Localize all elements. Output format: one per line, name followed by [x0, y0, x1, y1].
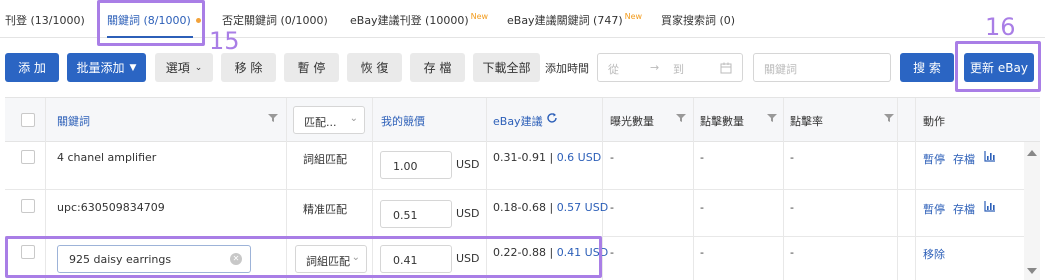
tab-keywords[interactable]: 關鍵詞 (8/1000) — [107, 12, 201, 28]
tab-ebay-suggested-keywords[interactable]: eBay建議關鍵詞 (747) New — [507, 12, 642, 28]
bid-input[interactable]: 0.51 — [380, 200, 452, 228]
chart-icon[interactable] — [984, 151, 996, 162]
header-my-bid[interactable]: 我的競價 — [381, 113, 425, 129]
bulk-add-button[interactable]: 批量添加 ▼ — [67, 53, 146, 82]
unsaved-dot — [195, 18, 201, 23]
currency-label: USD — [456, 158, 480, 171]
filter-icon[interactable] — [767, 113, 777, 123]
header-action: 動作 — [923, 115, 945, 128]
keyword-cell: upc:630509834709 — [57, 201, 165, 214]
new-badge: New — [470, 12, 489, 21]
archive-link[interactable]: 存檔 — [953, 151, 975, 167]
refresh-icon[interactable] — [546, 112, 558, 124]
annotation-15: 15 — [209, 27, 240, 55]
tab-buyer-search-terms[interactable]: 買家搜索詞 (0) — [661, 12, 735, 28]
archive-link[interactable]: 存檔 — [953, 201, 975, 217]
impressions-cell: - — [610, 151, 614, 164]
clicks-cell: - — [700, 151, 704, 164]
header-impressions[interactable]: 曝光數量 — [610, 113, 654, 129]
chevron-down-icon: ⌄ — [351, 252, 360, 263]
table-header: 關鍵詞 匹配... ⌄ 我的競價 eBay建議 曝光數量 點擊數量 點擊率 動作 — [5, 98, 1040, 142]
clicks-cell: - — [700, 246, 704, 259]
chevron-down-icon: ▼ — [129, 62, 137, 73]
suggested-bid-cell: 0.18-0.68 | 0.57 USD — [493, 201, 609, 214]
pause-link[interactable]: 暫停 — [923, 151, 945, 167]
currency-label: USD — [456, 207, 480, 220]
table-row: upc:630509834709 精准匹配 0.51 USD 0.18-0.68… — [5, 190, 1040, 237]
download-all-button[interactable]: 下載全部 — [473, 53, 540, 82]
ctr-cell: - — [790, 201, 794, 214]
clear-icon[interactable]: ✕ — [230, 253, 242, 265]
options-dropdown[interactable]: 選項 ⌄ — [155, 53, 213, 82]
filter-icon[interactable] — [676, 113, 686, 123]
tab-listings[interactable]: 刊登 (13/1000) — [5, 12, 85, 28]
ctr-cell: - — [790, 151, 794, 164]
remove-button[interactable]: 移 除 — [221, 53, 276, 82]
remove-link[interactable]: 移除 — [923, 246, 945, 262]
tab-negative-keywords[interactable]: 否定關鍵詞 (0/1000) — [222, 12, 328, 28]
header-keyword[interactable]: 關鍵詞 — [57, 113, 90, 129]
impressions-cell: - — [610, 201, 614, 214]
header-ebay-suggest[interactable]: eBay建議 — [493, 113, 543, 129]
new-badge: New — [624, 12, 643, 21]
impressions-cell: - — [610, 246, 614, 259]
match-type-filter[interactable]: 匹配... ⌄ — [293, 106, 365, 134]
chart-icon[interactable] — [984, 201, 996, 212]
update-ebay-button[interactable]: 更新 eBay — [964, 53, 1034, 82]
search-button[interactable]: 搜 索 — [900, 53, 954, 82]
currency-label: USD — [456, 252, 480, 265]
ctr-cell: - — [790, 246, 794, 259]
row-checkbox[interactable] — [21, 199, 35, 213]
date-from-placeholder: 從 — [608, 63, 619, 76]
table-row: 4 chanel amplifier 詞組匹配 1.00 USD 0.31-0.… — [5, 142, 1040, 190]
bid-input[interactable]: 0.41 — [380, 245, 452, 273]
keywords-table: 關鍵詞 匹配... ⌄ 我的競價 eBay建議 曝光數量 點擊數量 點擊率 動作 … — [5, 97, 1040, 280]
pause-link[interactable]: 暫停 — [923, 201, 945, 217]
keyword-edit-input[interactable]: 925 daisy earrings ✕ — [57, 245, 251, 273]
bid-input[interactable]: 1.00 — [380, 151, 452, 179]
row-checkbox[interactable] — [21, 150, 35, 164]
filter-icon[interactable] — [884, 113, 894, 123]
date-range-picker[interactable]: 從 → 到 — [597, 53, 743, 82]
tab-ebay-suggested-listings[interactable]: eBay建議刊登 (10000) New — [350, 12, 488, 28]
clicks-cell: - — [700, 201, 704, 214]
match-type-select[interactable]: 詞組匹配 ⌄ — [295, 245, 367, 273]
suggested-bid-cell: 0.31-0.91 | 0.6 USD — [493, 151, 602, 164]
add-button[interactable]: 添 加 — [5, 53, 59, 82]
added-time-label: 添加時間 — [545, 62, 589, 75]
active-tab-indicator — [107, 36, 193, 38]
select-all-checkbox[interactable] — [21, 113, 35, 127]
arrow-right-icon: → — [650, 61, 660, 74]
filter-icon[interactable] — [268, 113, 278, 123]
calendar-icon — [720, 62, 732, 74]
match-type-cell: 精准匹配 — [303, 203, 347, 216]
scroll-up-icon[interactable] — [1027, 150, 1037, 156]
date-to-placeholder: 到 — [673, 63, 684, 76]
row-checkbox[interactable] — [21, 245, 35, 259]
annotation-16: 16 — [985, 13, 1016, 41]
keyword-cell: 4 chanel amplifier — [57, 151, 157, 164]
archive-button[interactable]: 存 檔 — [410, 53, 465, 82]
resume-button[interactable]: 恢 復 — [347, 53, 402, 82]
keyword-search-input[interactable]: 關鍵詞 — [753, 53, 891, 82]
suggested-bid-cell: 0.22-0.88 | 0.41 USD — [493, 246, 609, 259]
match-type-cell: 詞組匹配 — [303, 153, 347, 166]
header-clicks[interactable]: 點擊數量 — [700, 113, 744, 129]
header-ctr[interactable]: 點擊率 — [790, 113, 823, 129]
pause-button[interactable]: 暫 停 — [284, 53, 339, 82]
tab-bar: 刊登 (13/1000) 關鍵詞 (8/1000) 否定關鍵詞 (0/1000)… — [0, 0, 1045, 38]
chevron-down-icon: ⌄ — [194, 62, 203, 73]
table-scrollbar[interactable] — [1024, 142, 1040, 280]
chevron-down-icon: ⌄ — [349, 113, 358, 124]
scroll-down-icon[interactable] — [1027, 268, 1037, 274]
